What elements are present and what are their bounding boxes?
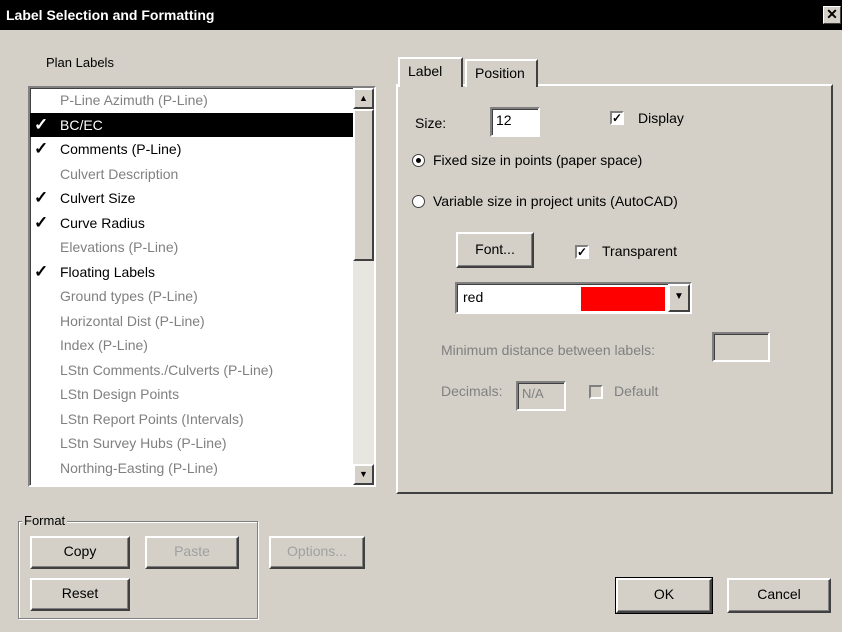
list-item[interactable]: LStn Survey Hubs (P-Line) <box>30 431 355 456</box>
transparent-checkbox[interactable]: ✓ <box>575 245 589 259</box>
list-item[interactable]: Elevations (P-Line) <box>30 235 355 260</box>
ok-button[interactable]: OK <box>615 577 713 614</box>
min-distance-label: Minimum distance between labels: <box>441 342 655 358</box>
list-item-label: BC/EC <box>60 116 103 133</box>
list-item[interactable]: ✓ Floating Labels <box>30 260 355 285</box>
checkmark-icon: ✓ <box>34 188 49 207</box>
checkmark-icon: ✓ <box>34 114 49 134</box>
list-item[interactable]: LStn Design Points <box>30 382 355 407</box>
plan-labels-listbox[interactable]: P-Line Azimuth (P-Line) ✓ BC/EC ✓ Comments (… <box>28 86 376 487</box>
list-item[interactable]: Index (P-Line) <box>30 333 355 358</box>
transparent-label: Transparent <box>602 243 677 259</box>
list-item-label: LStn Design Points <box>60 386 180 402</box>
window-title: Label Selection and Formatting <box>6 7 215 23</box>
list-item[interactable]: Horizontal Dist (P-Line) <box>30 309 355 334</box>
list-item-label: PStn Comments/Culverts (P-Line) <box>60 484 271 485</box>
list-item-label: Culvert Description <box>60 165 179 182</box>
fixed-size-label: Fixed size in points (paper space) <box>433 152 643 168</box>
checkmark-icon: ✓ <box>34 261 49 281</box>
reset-button[interactable]: Reset <box>30 578 130 611</box>
copy-button[interactable]: Copy <box>30 536 130 569</box>
scroll-thumb[interactable] <box>353 109 374 261</box>
chevron-down-icon[interactable]: ▼ <box>668 284 690 312</box>
color-combobox[interactable]: red ▼ <box>455 282 692 314</box>
size-label: Size: <box>415 115 447 131</box>
listbox-scrollbar[interactable]: ▲ ▼ <box>353 88 374 485</box>
display-label: Display <box>638 110 684 126</box>
color-swatch <box>581 287 665 311</box>
list-item-label: LStn Report Points (Intervals) <box>60 410 244 427</box>
list-item[interactable]: LStn Report Points (Intervals) <box>30 407 355 432</box>
scroll-up-button[interactable]: ▲ <box>353 88 374 109</box>
variable-size-radio[interactable] <box>412 195 425 208</box>
list-item[interactable]: LStn Comments./Culverts (P-Line) <box>30 358 355 383</box>
list-item[interactable]: PStn Comments/Culverts (P-Line) <box>30 480 355 485</box>
list-item-label: Horizontal Dist (P-Line) <box>60 312 205 329</box>
color-value: red <box>463 289 484 305</box>
list-item-label: LStn Comments./Culverts (P-Line) <box>60 361 274 378</box>
title-bar: Label Selection and Formatting ✕ <box>0 0 842 30</box>
list-item-label: Comments (P-Line) <box>60 141 182 157</box>
fixed-size-radio[interactable] <box>412 154 425 167</box>
list-item-label: Elevations (P-Line) <box>60 239 179 255</box>
scroll-down-button[interactable]: ▼ <box>353 464 374 485</box>
list-item[interactable]: ✓ BC/EC <box>30 112 355 137</box>
list-item-label: Curve Radius <box>60 214 145 231</box>
list-item-label: P-Line Azimuth (P-Line) <box>60 92 208 108</box>
close-button[interactable]: ✕ <box>823 6 841 24</box>
checkmark-icon: ✓ <box>34 139 49 158</box>
list-item-label: Northing-Easting (P-Line) <box>60 459 218 476</box>
plan-labels-list: P-Line Azimuth (P-Line) ✓ BC/EC ✓ Comments (… <box>30 88 355 485</box>
size-input[interactable]: 12 <box>490 107 540 137</box>
paste-button[interactable]: Paste <box>145 536 239 569</box>
list-item-label: Index (P-Line) <box>60 337 148 353</box>
font-button[interactable]: Font... <box>456 232 534 268</box>
min-distance-input[interactable] <box>712 332 770 362</box>
list-item[interactable]: ✓ Comments (P-Line) <box>30 137 355 162</box>
list-item-label: Ground types (P-Line) <box>60 288 198 304</box>
list-item[interactable]: P-Line Azimuth (P-Line) <box>30 88 355 113</box>
list-item-label: LStn Survey Hubs (P-Line) <box>60 435 227 451</box>
list-item-label: Culvert Size <box>60 190 136 206</box>
list-item-label: Floating Labels <box>60 263 155 280</box>
decimals-input[interactable]: N/A <box>516 381 566 411</box>
decimals-label: Decimals: <box>441 383 503 399</box>
cancel-button[interactable]: Cancel <box>727 578 831 613</box>
plan-labels-title: Plan Labels <box>46 55 114 70</box>
variable-size-label: Variable size in project units (AutoCAD) <box>433 193 678 209</box>
checkmark-icon: ✓ <box>34 212 49 232</box>
options-button[interactable]: Options... <box>269 536 365 569</box>
list-item[interactable]: ✓ Culvert Size <box>30 186 355 211</box>
list-item[interactable]: ✓ Curve Radius <box>30 211 355 236</box>
list-item[interactable]: Culvert Description <box>30 162 355 187</box>
default-checkbox[interactable] <box>589 385 603 399</box>
list-item[interactable]: Northing-Easting (P-Line) <box>30 456 355 481</box>
default-label: Default <box>614 383 659 399</box>
list-item[interactable]: Ground types (P-Line) <box>30 284 355 309</box>
radio-selected-dot <box>416 158 421 163</box>
tab-label[interactable]: Label <box>398 57 463 87</box>
tab-position[interactable]: Position <box>465 59 538 87</box>
format-group-title: Format <box>22 513 68 528</box>
display-checkbox[interactable]: ✓ <box>610 111 624 125</box>
